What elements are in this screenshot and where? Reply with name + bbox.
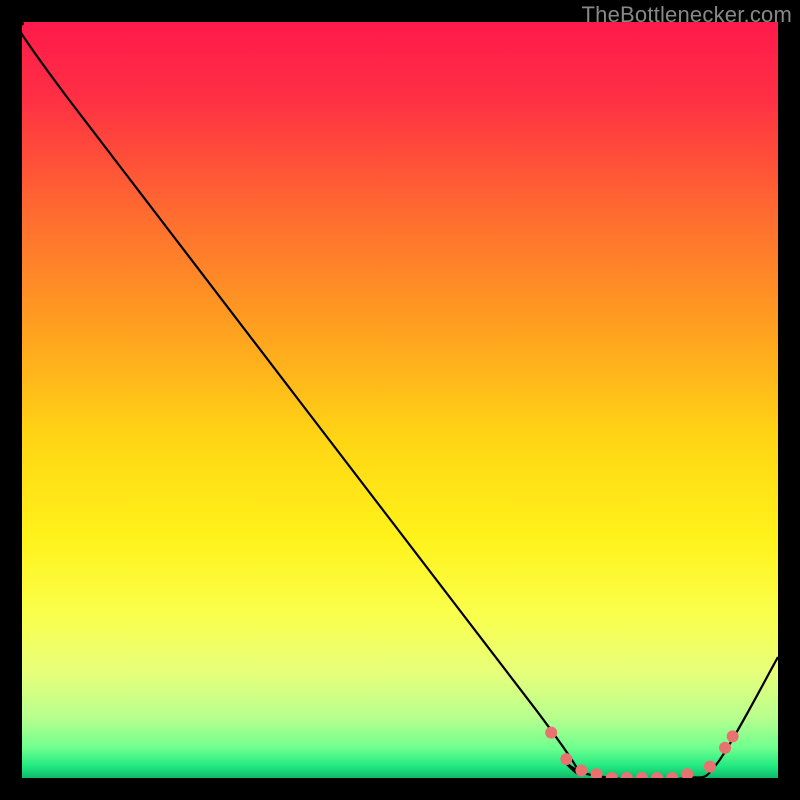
- curve-marker: [545, 727, 557, 739]
- curve-marker: [560, 753, 572, 765]
- bottleneck-chart: [22, 22, 778, 778]
- curve-marker: [719, 742, 731, 754]
- chart-stage: TheBottlenecker.com: [0, 0, 800, 800]
- chart-background: [22, 22, 778, 778]
- watermark-label: TheBottlenecker.com: [582, 2, 792, 28]
- curve-marker: [704, 761, 716, 773]
- curve-marker: [575, 764, 587, 776]
- curve-marker: [727, 730, 739, 742]
